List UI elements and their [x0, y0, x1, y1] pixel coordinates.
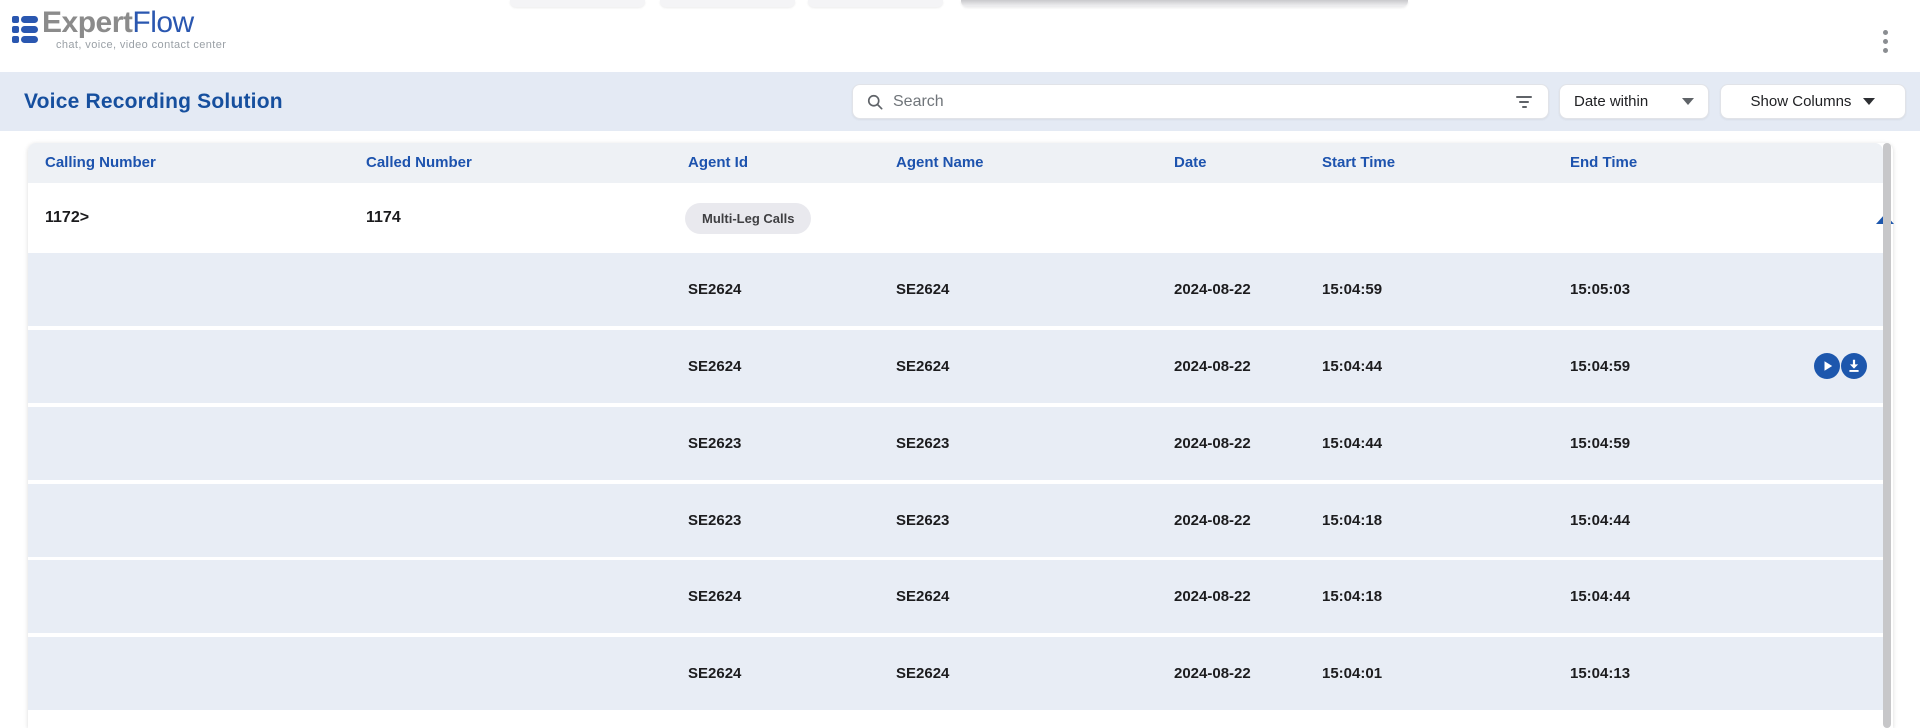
multi-leg-calls-badge: Multi-Leg Calls: [685, 203, 811, 234]
cell-agent-id: SE2623: [688, 484, 741, 557]
cell-start-time: 15:04:59: [1322, 253, 1382, 326]
row-actions: [1814, 353, 1867, 379]
cell-agent-name: SE2624: [896, 330, 949, 403]
cell-date: 2024-08-22: [1174, 330, 1251, 403]
play-recording-button[interactable]: [1814, 353, 1840, 379]
cell-agent-id: SE2624: [688, 637, 741, 710]
cell-start-time: 15:04:18: [1322, 560, 1382, 633]
cell-agent-name: SE2624: [896, 560, 949, 633]
cell-start-time: 15:04:18: [1322, 484, 1382, 557]
cell-end-time: 15:04:13: [1570, 637, 1630, 710]
download-recording-button[interactable]: [1841, 353, 1867, 379]
expertflow-logo: ExpertFlow chat, voice, video contact ce…: [12, 8, 226, 51]
logo-tagline: chat, voice, video contact center: [56, 40, 226, 51]
kebab-dot: [1883, 30, 1888, 35]
cell-end-time: 15:04:59: [1570, 407, 1630, 480]
logo-brand-flow: Flow: [132, 6, 193, 39]
cell-date: 2024-08-22: [1174, 253, 1251, 326]
cell-agent-id: SE2623: [688, 407, 741, 480]
table-row: SE2624 SE2624 2024-08-22 15:04:01 15:04:…: [28, 637, 1883, 710]
column-header-calling-number[interactable]: Calling Number: [45, 143, 156, 183]
filter-icon[interactable]: [1512, 92, 1536, 112]
app-screen: ExpertFlow chat, voice, video contact ce…: [0, 0, 1920, 728]
top-edge-tab-stub-active[interactable]: [961, 0, 1408, 7]
kebab-dot: [1883, 48, 1888, 53]
date-within-dropdown[interactable]: Date within: [1559, 84, 1709, 119]
cell-start-time: 15:04:44: [1322, 407, 1382, 480]
cell-agent-id: SE2624: [688, 330, 741, 403]
toolbar-band: Voice Recording Solution Date within Sho…: [0, 72, 1920, 131]
more-options-button[interactable]: [1874, 24, 1896, 58]
cell-date: 2024-08-22: [1174, 484, 1251, 557]
top-edge-tab-stub[interactable]: [510, 0, 645, 7]
recordings-table: Calling Number Called Number Agent Id Ag…: [28, 143, 1893, 728]
chevron-down-icon: [1682, 98, 1694, 105]
call-group-row: 1172> 1174 Multi-Leg Calls: [28, 183, 1883, 253]
show-columns-label: Show Columns: [1751, 93, 1852, 110]
group-called-number: 1174: [366, 183, 401, 253]
table-scrollbar[interactable]: [1883, 143, 1891, 728]
column-header-called-number[interactable]: Called Number: [366, 143, 472, 183]
logo-brand-expert: Expert: [42, 6, 132, 39]
column-header-end-time[interactable]: End Time: [1570, 143, 1637, 183]
page-title: Voice Recording Solution: [24, 72, 283, 131]
cell-date: 2024-08-22: [1174, 407, 1251, 480]
kebab-dot: [1883, 39, 1888, 44]
expertflow-logo-text: ExpertFlow chat, voice, video contact ce…: [42, 8, 226, 51]
show-columns-dropdown[interactable]: Show Columns: [1720, 84, 1906, 119]
table-row: SE2624 SE2624 2024-08-22 15:04:18 15:04:…: [28, 560, 1883, 633]
cell-end-time: 15:04:44: [1570, 560, 1630, 633]
cell-agent-name: SE2623: [896, 484, 949, 557]
expertflow-logo-icon: [12, 16, 38, 46]
chevron-down-icon: [1863, 98, 1875, 105]
table-row: SE2624 SE2624 2024-08-22 15:04:44 15:04:…: [28, 330, 1883, 403]
table-row: SE2623 SE2623 2024-08-22 15:04:44 15:04:…: [28, 407, 1883, 480]
cell-start-time: 15:04:44: [1322, 330, 1382, 403]
search-input-field[interactable]: [893, 93, 1512, 111]
cell-agent-id: SE2624: [688, 560, 741, 633]
column-header-agent-id[interactable]: Agent Id: [688, 143, 748, 183]
cell-agent-id: SE2624: [688, 253, 741, 326]
column-header-date[interactable]: Date: [1174, 143, 1207, 183]
column-header-agent-name[interactable]: Agent Name: [896, 143, 984, 183]
top-edge-tab-stub[interactable]: [808, 0, 943, 7]
cell-end-time: 15:04:59: [1570, 330, 1630, 403]
table-header-row: Calling Number Called Number Agent Id Ag…: [28, 143, 1883, 183]
column-header-start-time[interactable]: Start Time: [1322, 143, 1395, 183]
cell-date: 2024-08-22: [1174, 637, 1251, 710]
search-icon: [865, 92, 885, 112]
top-edge-tab-stub[interactable]: [660, 0, 795, 7]
cell-agent-name: SE2623: [896, 407, 949, 480]
table-row: SE2624 SE2624 2024-08-22 15:04:59 15:05:…: [28, 253, 1883, 326]
cell-end-time: 15:04:44: [1570, 484, 1630, 557]
cell-agent-name: SE2624: [896, 637, 949, 710]
top-bar: ExpertFlow chat, voice, video contact ce…: [0, 0, 1920, 72]
cell-date: 2024-08-22: [1174, 560, 1251, 633]
table-row: SE2623 SE2623 2024-08-22 15:04:18 15:04:…: [28, 484, 1883, 557]
date-within-label: Date within: [1574, 93, 1648, 110]
cell-start-time: 15:04:01: [1322, 637, 1382, 710]
cell-end-time: 15:05:03: [1570, 253, 1630, 326]
search-input[interactable]: [852, 84, 1549, 119]
cell-agent-name: SE2624: [896, 253, 949, 326]
group-calling-number: 1172>: [45, 183, 89, 253]
